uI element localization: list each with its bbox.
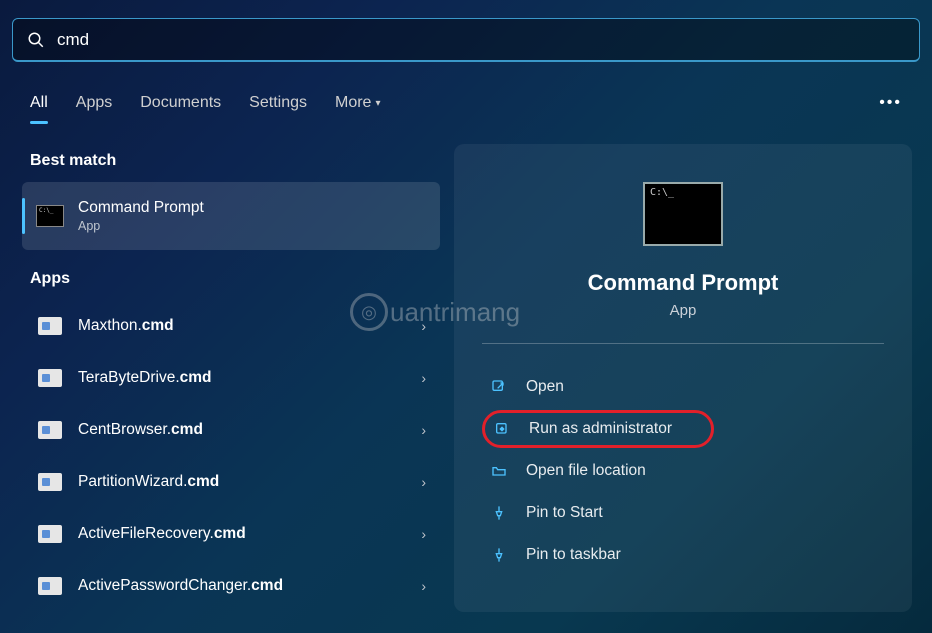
- list-item[interactable]: ActiveFileRecovery.cmd ›: [22, 508, 440, 560]
- action-label: Open: [526, 378, 564, 396]
- action-open-file-location[interactable]: Open file location: [482, 452, 884, 490]
- list-item[interactable]: Maxthon.cmd ›: [22, 300, 440, 352]
- best-match-heading: Best match: [22, 144, 440, 182]
- result-title: PartitionWizard.cmd: [78, 473, 407, 491]
- tab-more-label: More: [335, 94, 371, 112]
- action-label: Pin to taskbar: [526, 546, 621, 564]
- app-file-icon: [36, 418, 64, 442]
- result-title: CentBrowser.cmd: [78, 421, 407, 439]
- chevron-right-icon: ›: [421, 318, 426, 334]
- action-pin-to-start[interactable]: Pin to Start: [482, 494, 884, 532]
- tab-more[interactable]: More ▾: [335, 94, 380, 112]
- shield-icon: [493, 420, 511, 438]
- app-file-icon: [36, 314, 64, 338]
- list-item[interactable]: TeraByteDrive.cmd ›: [22, 352, 440, 404]
- search-input[interactable]: [57, 30, 905, 50]
- open-icon: [490, 378, 508, 396]
- command-prompt-icon: [643, 182, 723, 246]
- tab-settings[interactable]: Settings: [249, 94, 307, 112]
- action-run-as-admin[interactable]: Run as administrator: [482, 410, 714, 448]
- tab-documents[interactable]: Documents: [140, 94, 221, 112]
- options-menu-button[interactable]: •••: [879, 94, 902, 112]
- app-file-icon: [36, 366, 64, 390]
- result-title: Maxthon.cmd: [78, 317, 407, 335]
- preview-subtitle: App: [478, 302, 888, 319]
- chevron-right-icon: ›: [421, 370, 426, 386]
- app-file-icon: [36, 470, 64, 494]
- app-file-icon: [36, 522, 64, 546]
- list-item[interactable]: CentBrowser.cmd ›: [22, 404, 440, 456]
- result-subtitle: App: [78, 219, 426, 233]
- pin-icon: [490, 546, 508, 564]
- action-pin-to-taskbar[interactable]: Pin to taskbar: [482, 536, 884, 574]
- chevron-right-icon: ›: [421, 474, 426, 490]
- search-bar[interactable]: [12, 18, 920, 62]
- list-item[interactable]: PartitionWizard.cmd ›: [22, 456, 440, 508]
- result-title: ActiveFileRecovery.cmd: [78, 525, 407, 543]
- folder-icon: [490, 462, 508, 480]
- result-title: Command Prompt: [78, 199, 426, 217]
- chevron-right-icon: ›: [421, 526, 426, 542]
- chevron-down-icon: ▾: [375, 98, 380, 109]
- preview-title: Command Prompt: [478, 270, 888, 296]
- results-column: Best match Command Prompt App Apps Maxth…: [22, 144, 440, 612]
- pin-icon: [490, 504, 508, 522]
- command-prompt-icon: [36, 204, 64, 228]
- tab-apps[interactable]: Apps: [76, 94, 112, 112]
- action-open[interactable]: Open: [482, 368, 884, 406]
- result-title: ActivePasswordChanger.cmd: [78, 577, 407, 595]
- action-label: Open file location: [526, 462, 646, 480]
- result-best-match[interactable]: Command Prompt App: [22, 182, 440, 250]
- chevron-right-icon: ›: [421, 422, 426, 438]
- result-title: TeraByteDrive.cmd: [78, 369, 407, 387]
- chevron-right-icon: ›: [421, 578, 426, 594]
- action-label: Pin to Start: [526, 504, 603, 522]
- filter-tabs: All Apps Documents Settings More ▾ •••: [12, 82, 920, 124]
- search-icon: [27, 31, 45, 49]
- tab-all[interactable]: All: [30, 94, 48, 112]
- apps-heading: Apps: [22, 262, 440, 300]
- app-file-icon: [36, 574, 64, 598]
- preview-pane: Command Prompt App Open Run as administr…: [454, 144, 912, 612]
- divider: [482, 343, 884, 344]
- action-label: Run as administrator: [529, 420, 672, 438]
- list-item[interactable]: ActivePasswordChanger.cmd ›: [22, 560, 440, 612]
